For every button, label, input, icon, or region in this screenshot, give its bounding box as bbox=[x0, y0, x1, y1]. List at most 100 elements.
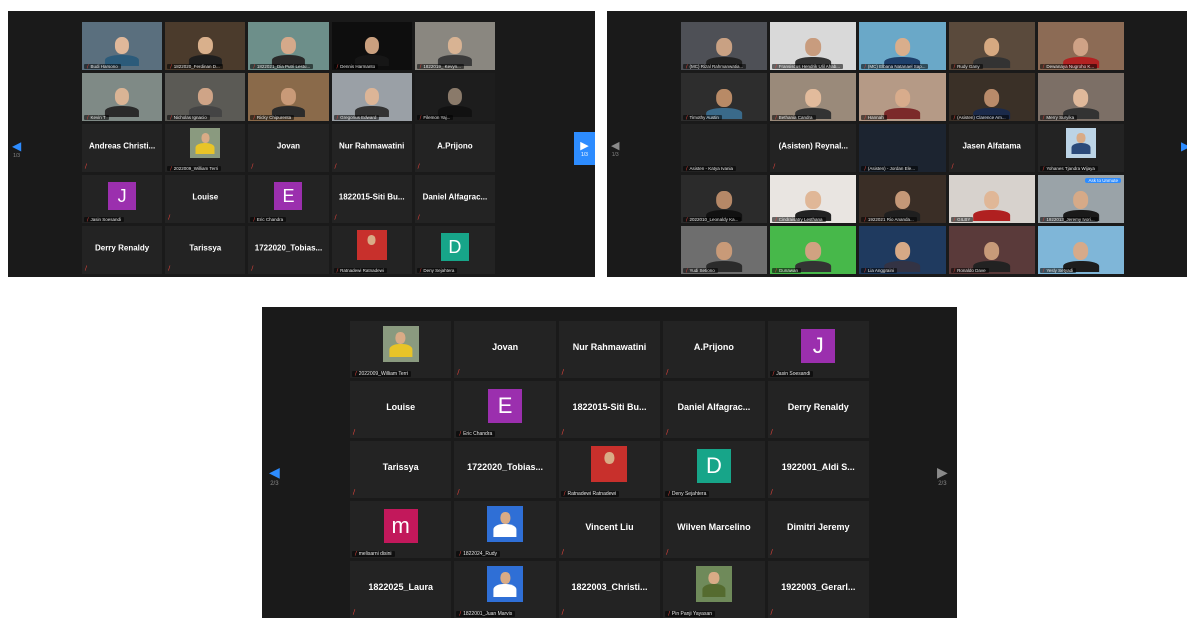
participant-tile[interactable]: Vincent Liu ⧸ bbox=[558, 501, 661, 558]
participant-tile[interactable]: ⧸ GILBY bbox=[948, 175, 1035, 223]
participant-tile[interactable]: ⧸ Fransiscus Hendrik Ulil Ahab... bbox=[770, 22, 857, 70]
participant-tile[interactable]: Wilven Marcelino ⧸ bbox=[663, 501, 765, 558]
arrow-left-icon[interactable]: ◀ bbox=[269, 464, 280, 481]
participant-tile[interactable]: J ⧸ Jasin Soesandi bbox=[767, 321, 869, 378]
participant-label: ⧸ Jasin Soesandi bbox=[84, 217, 125, 222]
arrow-left-icon[interactable]: ◀ bbox=[611, 139, 619, 152]
prev-page-nav[interactable]: ◀ 2/3 bbox=[269, 464, 280, 487]
prev-page-nav[interactable]: ◀ 1/3 bbox=[611, 139, 619, 158]
next-page-nav[interactable]: ▶ 2/3 bbox=[937, 464, 948, 487]
participant-tile[interactable]: ⧸ 1822020_Ferdinan D... bbox=[165, 22, 246, 70]
participant-tile[interactable]: ⧸ (Asisten) - Jordan Ele... bbox=[859, 124, 946, 172]
participant-tile[interactable]: ⧸ Rudy Gany bbox=[948, 22, 1035, 70]
participant-tile[interactable]: ⧸ Bethania Candra bbox=[770, 73, 857, 121]
participant-tile[interactable]: 1822015-Siti Bu... ⧸ bbox=[558, 381, 661, 438]
participant-tile[interactable]: ⧸ (MC) Elbana Natanael Sap... bbox=[859, 22, 946, 70]
participant-tile[interactable]: ⧸ 1822024_Rudy bbox=[454, 501, 556, 558]
participant-tile[interactable]: D ⧸ Deny Sejahtera bbox=[414, 226, 495, 274]
participant-label: ⧸ Ronaldo Dave bbox=[950, 268, 989, 273]
participant-tile[interactable]: Jasen Alfatama ⧸ bbox=[948, 124, 1035, 172]
next-page-nav[interactable]: ▶ bbox=[1181, 139, 1187, 153]
participant-tile[interactable]: ⧸ 1822001_Juan Marvis bbox=[454, 561, 556, 618]
participant-name: Louise bbox=[192, 192, 219, 202]
participant-tile[interactable]: ⧸ Budi Harsono bbox=[82, 22, 163, 70]
participant-tile[interactable]: ⧸ Dewanaya Nugroho K... bbox=[1037, 22, 1124, 70]
participant-tile[interactable]: ⧸ Asisten - Katya Ivania bbox=[681, 124, 768, 172]
participant-tile[interactable]: Ask to Unmute ⧸ 1922013_Jeremy Ivori... bbox=[1037, 175, 1124, 223]
participant-tile[interactable]: ⧸ Gregorius Edward bbox=[331, 73, 412, 121]
participant-tile[interactable]: ⧸ 1822021_Dia Putri Lestu... bbox=[248, 22, 329, 70]
participant-tile[interactable]: Derry Renaldy ⧸ bbox=[767, 381, 869, 438]
participant-tile[interactable]: E ⧸ Eric Chandra bbox=[454, 381, 556, 438]
participant-tile[interactable]: Tarissya ⧸ bbox=[165, 226, 246, 274]
participant-tile[interactable]: ⧸ Filemon Yaj... bbox=[414, 73, 495, 121]
participant-tile[interactable]: Jovan ⧸ bbox=[454, 321, 556, 378]
participant-tile[interactable]: ⧸ Cindraisatry Lesthana bbox=[770, 175, 857, 223]
participant-tile[interactable]: m ⧸ melisarni disini bbox=[350, 501, 452, 558]
participant-tile[interactable]: ⧸ 1822019_ Kevyn... bbox=[414, 22, 495, 70]
participant-tile[interactable]: 1722020_Tobias... ⧸ bbox=[454, 441, 556, 498]
participant-tile[interactable]: ⧸ Timothy Austin bbox=[681, 73, 768, 121]
participant-tile[interactable]: D ⧸ Deny Sejahtera bbox=[663, 441, 765, 498]
participant-tile[interactable]: ⧸ Ratnadewi Ratnadewi bbox=[331, 226, 412, 274]
arrow-left-icon[interactable]: ◀ bbox=[12, 139, 21, 153]
participant-label: ⧸ 1822021_Dia Putri Lestu... bbox=[250, 64, 314, 69]
participant-tile[interactable]: 1822015-Siti Bu... ⧸ bbox=[331, 175, 412, 223]
participant-tile[interactable]: ⧸ 1922021 Rio Ananda... bbox=[859, 175, 946, 223]
video-feed bbox=[859, 73, 946, 121]
participant-tile[interactable]: A.Prijono ⧸ bbox=[663, 321, 765, 378]
participant-tile[interactable]: 1922001_Aldi S... ⧸ bbox=[767, 441, 869, 498]
gallery-panel-3: ◀ 2/3 ⧸ 2022009_William Terri Jovan ⧸ Nur Ra… bbox=[262, 307, 957, 618]
participant-tile[interactable]: ⧸ 2022009_William Terri bbox=[350, 321, 452, 378]
prev-page-nav[interactable]: ◀ 1/3 bbox=[12, 139, 21, 159]
arrow-right-icon[interactable]: ▶ bbox=[1181, 139, 1187, 153]
participant-tile[interactable]: ⧸ (MC) Rizal Rahmanwatia... bbox=[681, 22, 768, 70]
participant-tile[interactable]: ⧸ Ratnadewi Ratnadewi bbox=[558, 441, 661, 498]
participant-tile[interactable]: ⧸ Yesly Setyadi bbox=[1037, 226, 1124, 274]
participant-tile[interactable]: Dimitri Jeremy ⧸ bbox=[767, 501, 869, 558]
participant-grid: ⧸ 2022009_William Terri Jovan ⧸ Nur Rahmawat… bbox=[350, 321, 869, 618]
participant-tile[interactable]: E ⧸ Eric Chandra bbox=[248, 175, 329, 223]
video-feed bbox=[1037, 22, 1124, 70]
participant-tile[interactable]: ⧸ Ronaldo Dave bbox=[948, 226, 1035, 274]
participant-tile[interactable]: Jovan ⧸ bbox=[248, 124, 329, 172]
participant-tile[interactable]: Louise ⧸ bbox=[165, 175, 246, 223]
participant-tile[interactable]: ⧸ Kevin T bbox=[82, 73, 163, 121]
participant-tile[interactable]: ⧸ Dennis Harmanto bbox=[331, 22, 412, 70]
participant-tile[interactable]: ⧸ Pin Panji Yayasan bbox=[663, 561, 765, 618]
participant-tile[interactable]: ⧸ 2022010_Leonaldy Ka... bbox=[681, 175, 768, 223]
participant-tile[interactable]: Nur Rahmawatini ⧸ bbox=[331, 124, 412, 172]
participant-tile[interactable]: ⧸ Gunawan bbox=[770, 226, 857, 274]
participant-tile[interactable]: ⧸ Lia Anggraini bbox=[859, 226, 946, 274]
participant-tile[interactable]: ⧸ Hannah bbox=[859, 73, 946, 121]
participant-tile[interactable]: ⧸ (Asisten) Clarence Am... bbox=[948, 73, 1035, 121]
participant-name: Nur Rahmawatini bbox=[339, 141, 405, 151]
participant-tile[interactable]: ⧸ 2022009_William Terri bbox=[165, 124, 246, 172]
participant-tile[interactable]: ⧸ Nicholas Ignacio bbox=[165, 73, 246, 121]
participant-tile[interactable]: 1922003_Gerarl... ⧸ bbox=[767, 561, 869, 618]
participant-tile[interactable]: ⧸ Merry Suryika bbox=[1037, 73, 1124, 121]
participant-tile[interactable]: Andreas Christi... ⧸ bbox=[82, 124, 163, 172]
participant-tile[interactable]: ⧸ Yohanes Tjandra Wijaya bbox=[1037, 124, 1124, 172]
participant-name: Tarissya bbox=[382, 461, 419, 472]
participant-tile[interactable]: J ⧸ Jasin Soesandi bbox=[82, 175, 163, 223]
participant-tile[interactable]: ⧸ Yudi Setiono bbox=[681, 226, 768, 274]
participant-label-text: Timothy Austin bbox=[689, 115, 719, 120]
participant-tile[interactable]: Louise ⧸ bbox=[350, 381, 452, 438]
participant-tile[interactable]: Nur Rahmawatini ⧸ bbox=[558, 321, 661, 378]
participant-tile[interactable]: ⧸ Ricky Chipurenta bbox=[248, 73, 329, 121]
participant-name: Louise bbox=[386, 401, 416, 412]
participant-tile[interactable]: Derry Renaldy ⧸ bbox=[82, 226, 163, 274]
participant-tile[interactable]: 1722020_Tobias... ⧸ bbox=[248, 226, 329, 274]
participant-tile[interactable]: Daniel Alfagrac... ⧸ bbox=[414, 175, 495, 223]
arrow-right-icon[interactable]: ▶ bbox=[937, 464, 948, 481]
participant-label-text: (MC) Elbana Natanael Sap... bbox=[867, 64, 926, 69]
participant-tile[interactable]: Tarissya ⧸ bbox=[350, 441, 452, 498]
ask-to-unmute-badge[interactable]: Ask to Unmute bbox=[1085, 178, 1121, 183]
participant-tile[interactable]: A.Prijono ⧸ bbox=[414, 124, 495, 172]
participant-tile[interactable]: 1822003_Christi... ⧸ bbox=[558, 561, 661, 618]
participant-tile[interactable]: (Asisten) Reynal... ⧸ bbox=[770, 124, 857, 172]
participant-tile[interactable]: Daniel Alfagrac... ⧸ bbox=[663, 381, 765, 438]
next-page-button[interactable]: ▶ 1/3 bbox=[574, 132, 595, 165]
participant-tile[interactable]: 1822025_Laura ⧸ bbox=[350, 561, 452, 618]
